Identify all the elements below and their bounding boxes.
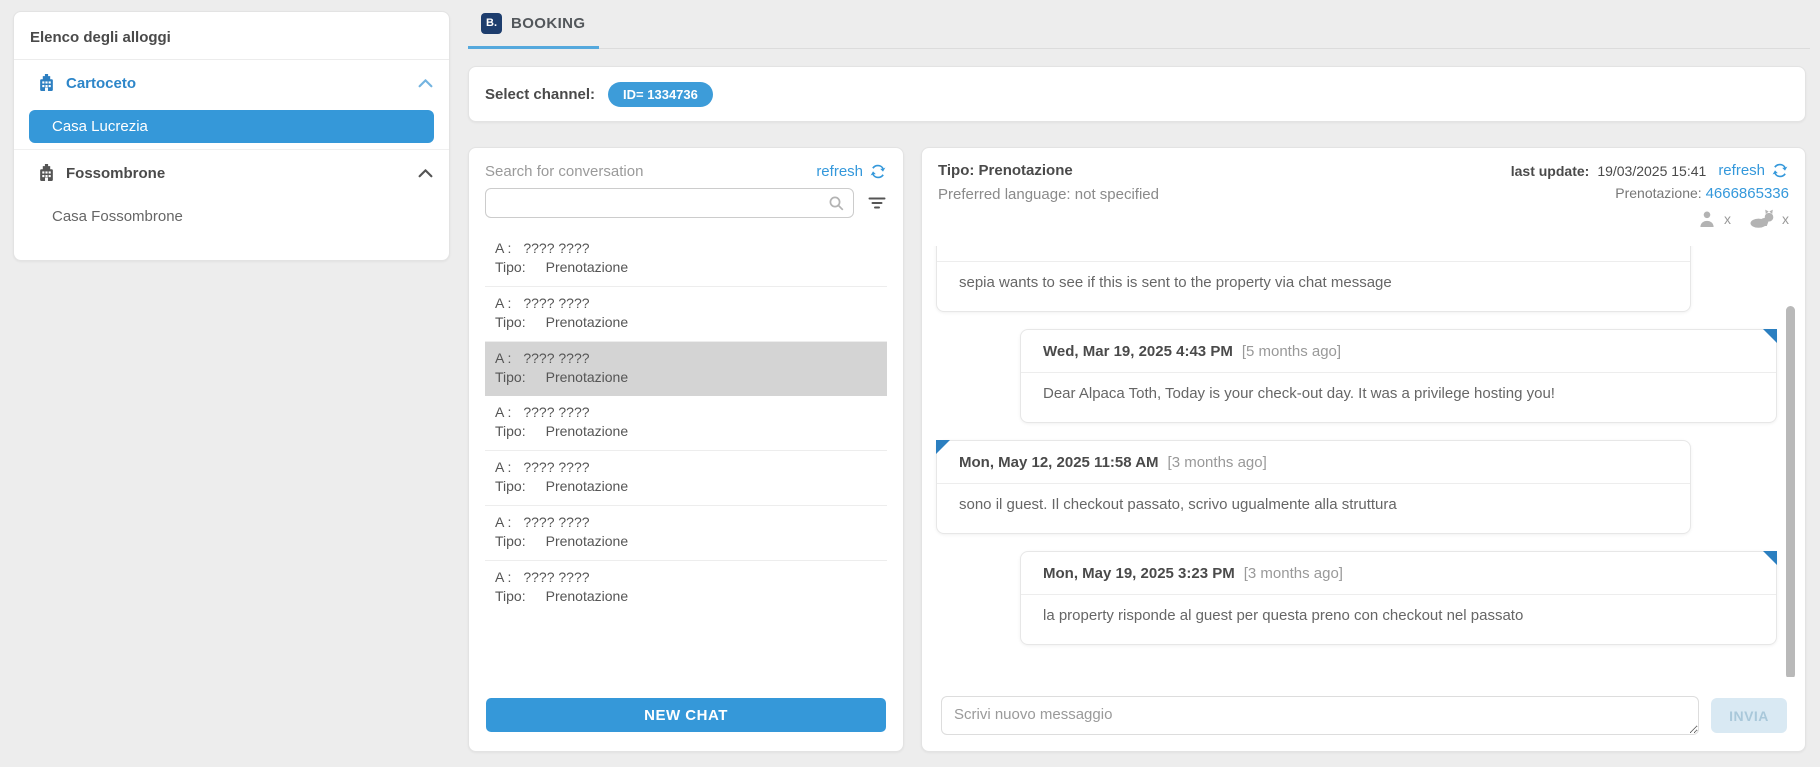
conversation-list-item[interactable]: A :???? ???? Tipo:Prenotazione: [485, 232, 887, 287]
sidebar-group-label: Fossombrone: [66, 165, 165, 182]
building-icon: [38, 164, 55, 182]
sidebar-group-cartoceto[interactable]: Cartoceto: [14, 60, 449, 106]
booking-logo-icon: B.: [481, 13, 502, 34]
message-body: sono il guest. Il checkout passato, scri…: [937, 483, 1690, 533]
message-bubble-guest: Mon, May 12, 2025 11:58 AM [3 months ago]…: [936, 440, 1691, 534]
building-icon: [38, 74, 55, 92]
new-message-input[interactable]: [941, 696, 1699, 735]
conversation-list: A :???? ???? Tipo:Prenotazione A :???? ?…: [469, 232, 903, 615]
preferred-language-label: Preferred language: not specified: [938, 186, 1159, 203]
prenotazione-label: Prenotazione:: [1615, 185, 1701, 201]
conversation-list-item[interactable]: A :???? ???? Tipo:Prenotazione: [485, 396, 887, 451]
prenotazione-id-link[interactable]: 4666865336: [1706, 185, 1789, 202]
refresh-icon[interactable]: [869, 163, 887, 180]
guest-count: x: [1724, 211, 1731, 227]
message-bubble-guest: sepia wants to see if this is sent to th…: [936, 246, 1691, 312]
conversation-panel: Search for conversation refresh: [468, 147, 904, 752]
message-body: sepia wants to see if this is sent to th…: [937, 261, 1690, 311]
message-header: Mon, May 12, 2025 11:58 AM [3 months ago]: [937, 441, 1690, 483]
chat-tipo-label: Tipo: Prenotazione: [938, 162, 1159, 179]
last-update-value: 19/03/2025 15:41: [1597, 163, 1706, 179]
message-header: Mon, May 19, 2025 3:23 PM [3 months ago]: [1021, 552, 1776, 594]
search-conversation-label: Search for conversation: [485, 163, 643, 180]
message-body: la property risponde al guest per questa…: [1021, 594, 1776, 644]
tab-booking-label: BOOKING: [511, 15, 585, 32]
message-body: Dear Alpaca Toth, Today is your check-ou…: [1021, 372, 1776, 422]
sidebar-item-casa-fossombrone[interactable]: Casa Fossombrone: [29, 200, 434, 233]
message-header: Wed, Mar 19, 2025 4:43 PM [5 months ago]: [1021, 330, 1776, 372]
conversation-list-item-selected[interactable]: A :???? ???? Tipo:Prenotazione: [485, 342, 887, 396]
select-channel-bar: Select channel: ID= 1334736: [468, 66, 1806, 122]
send-button[interactable]: INVIA: [1711, 698, 1787, 733]
filter-icon[interactable]: [867, 196, 887, 210]
message-age: [3 months ago]: [1168, 454, 1267, 471]
chat-scrollbar-thumb[interactable]: [1786, 306, 1795, 677]
conversation-list-item[interactable]: A :???? ???? Tipo:Prenotazione: [485, 561, 887, 615]
search-input[interactable]: [485, 188, 854, 218]
tab-booking[interactable]: B. BOOKING: [468, 0, 599, 49]
message-bubble-property: Wed, Mar 19, 2025 4:43 PM[5 months ago] …: [1020, 329, 1777, 423]
new-chat-button[interactable]: NEW CHAT: [486, 698, 886, 732]
conversation-list-item[interactable]: A :???? ???? Tipo:Prenotazione: [485, 506, 887, 561]
pet-cat-icon: [1750, 209, 1775, 228]
channel-tabbar: B. BOOKING: [468, 0, 1810, 49]
sidebar-item-casa-lucrezia[interactable]: Casa Lucrezia: [29, 110, 434, 143]
pet-count: x: [1782, 211, 1789, 227]
guest-icon: [1697, 210, 1717, 227]
refresh-label[interactable]: refresh: [816, 163, 863, 180]
message-date: Wed, Mar 19, 2025 4:43 PM: [1043, 343, 1233, 360]
message-header: [937, 246, 1690, 261]
message-age: [3 months ago]: [1244, 565, 1343, 582]
conversation-list-item[interactable]: A :???? ???? Tipo:Prenotazione: [485, 287, 887, 342]
message-scroll-area[interactable]: sepia wants to see if this is sent to th…: [922, 246, 1805, 677]
chevron-up-icon: [418, 168, 433, 178]
message-date: Mon, May 12, 2025 11:58 AM: [959, 454, 1159, 471]
channel-id-badge[interactable]: ID= 1334736: [608, 82, 713, 107]
sidebar-group-label: Cartoceto: [66, 75, 136, 92]
sidebar-group-fossombrone[interactable]: Fossombrone: [14, 150, 449, 196]
refresh-icon[interactable]: [1771, 162, 1789, 179]
message-bubble-property: Mon, May 19, 2025 3:23 PM[3 months ago] …: [1020, 551, 1777, 645]
chevron-up-icon: [418, 78, 433, 88]
sidebar-title: Elenco degli alloggi: [14, 12, 449, 60]
chat-panel: Tipo: Prenotazione Preferred language: n…: [921, 147, 1806, 752]
conversation-list-item[interactable]: A :???? ???? Tipo:Prenotazione: [485, 451, 887, 506]
select-channel-label: Select channel:: [485, 86, 595, 103]
last-update-label: last update:: [1511, 163, 1590, 179]
accommodation-sidebar: Elenco degli alloggi Cartoceto Casa Lucr…: [13, 11, 450, 261]
conversations-refresh-link[interactable]: refresh: [816, 163, 887, 180]
chat-refresh-link[interactable]: refresh: [1718, 162, 1765, 179]
search-icon: [828, 195, 845, 212]
message-age: [5 months ago]: [1242, 343, 1341, 360]
message-date: Mon, May 19, 2025 3:23 PM: [1043, 565, 1235, 582]
